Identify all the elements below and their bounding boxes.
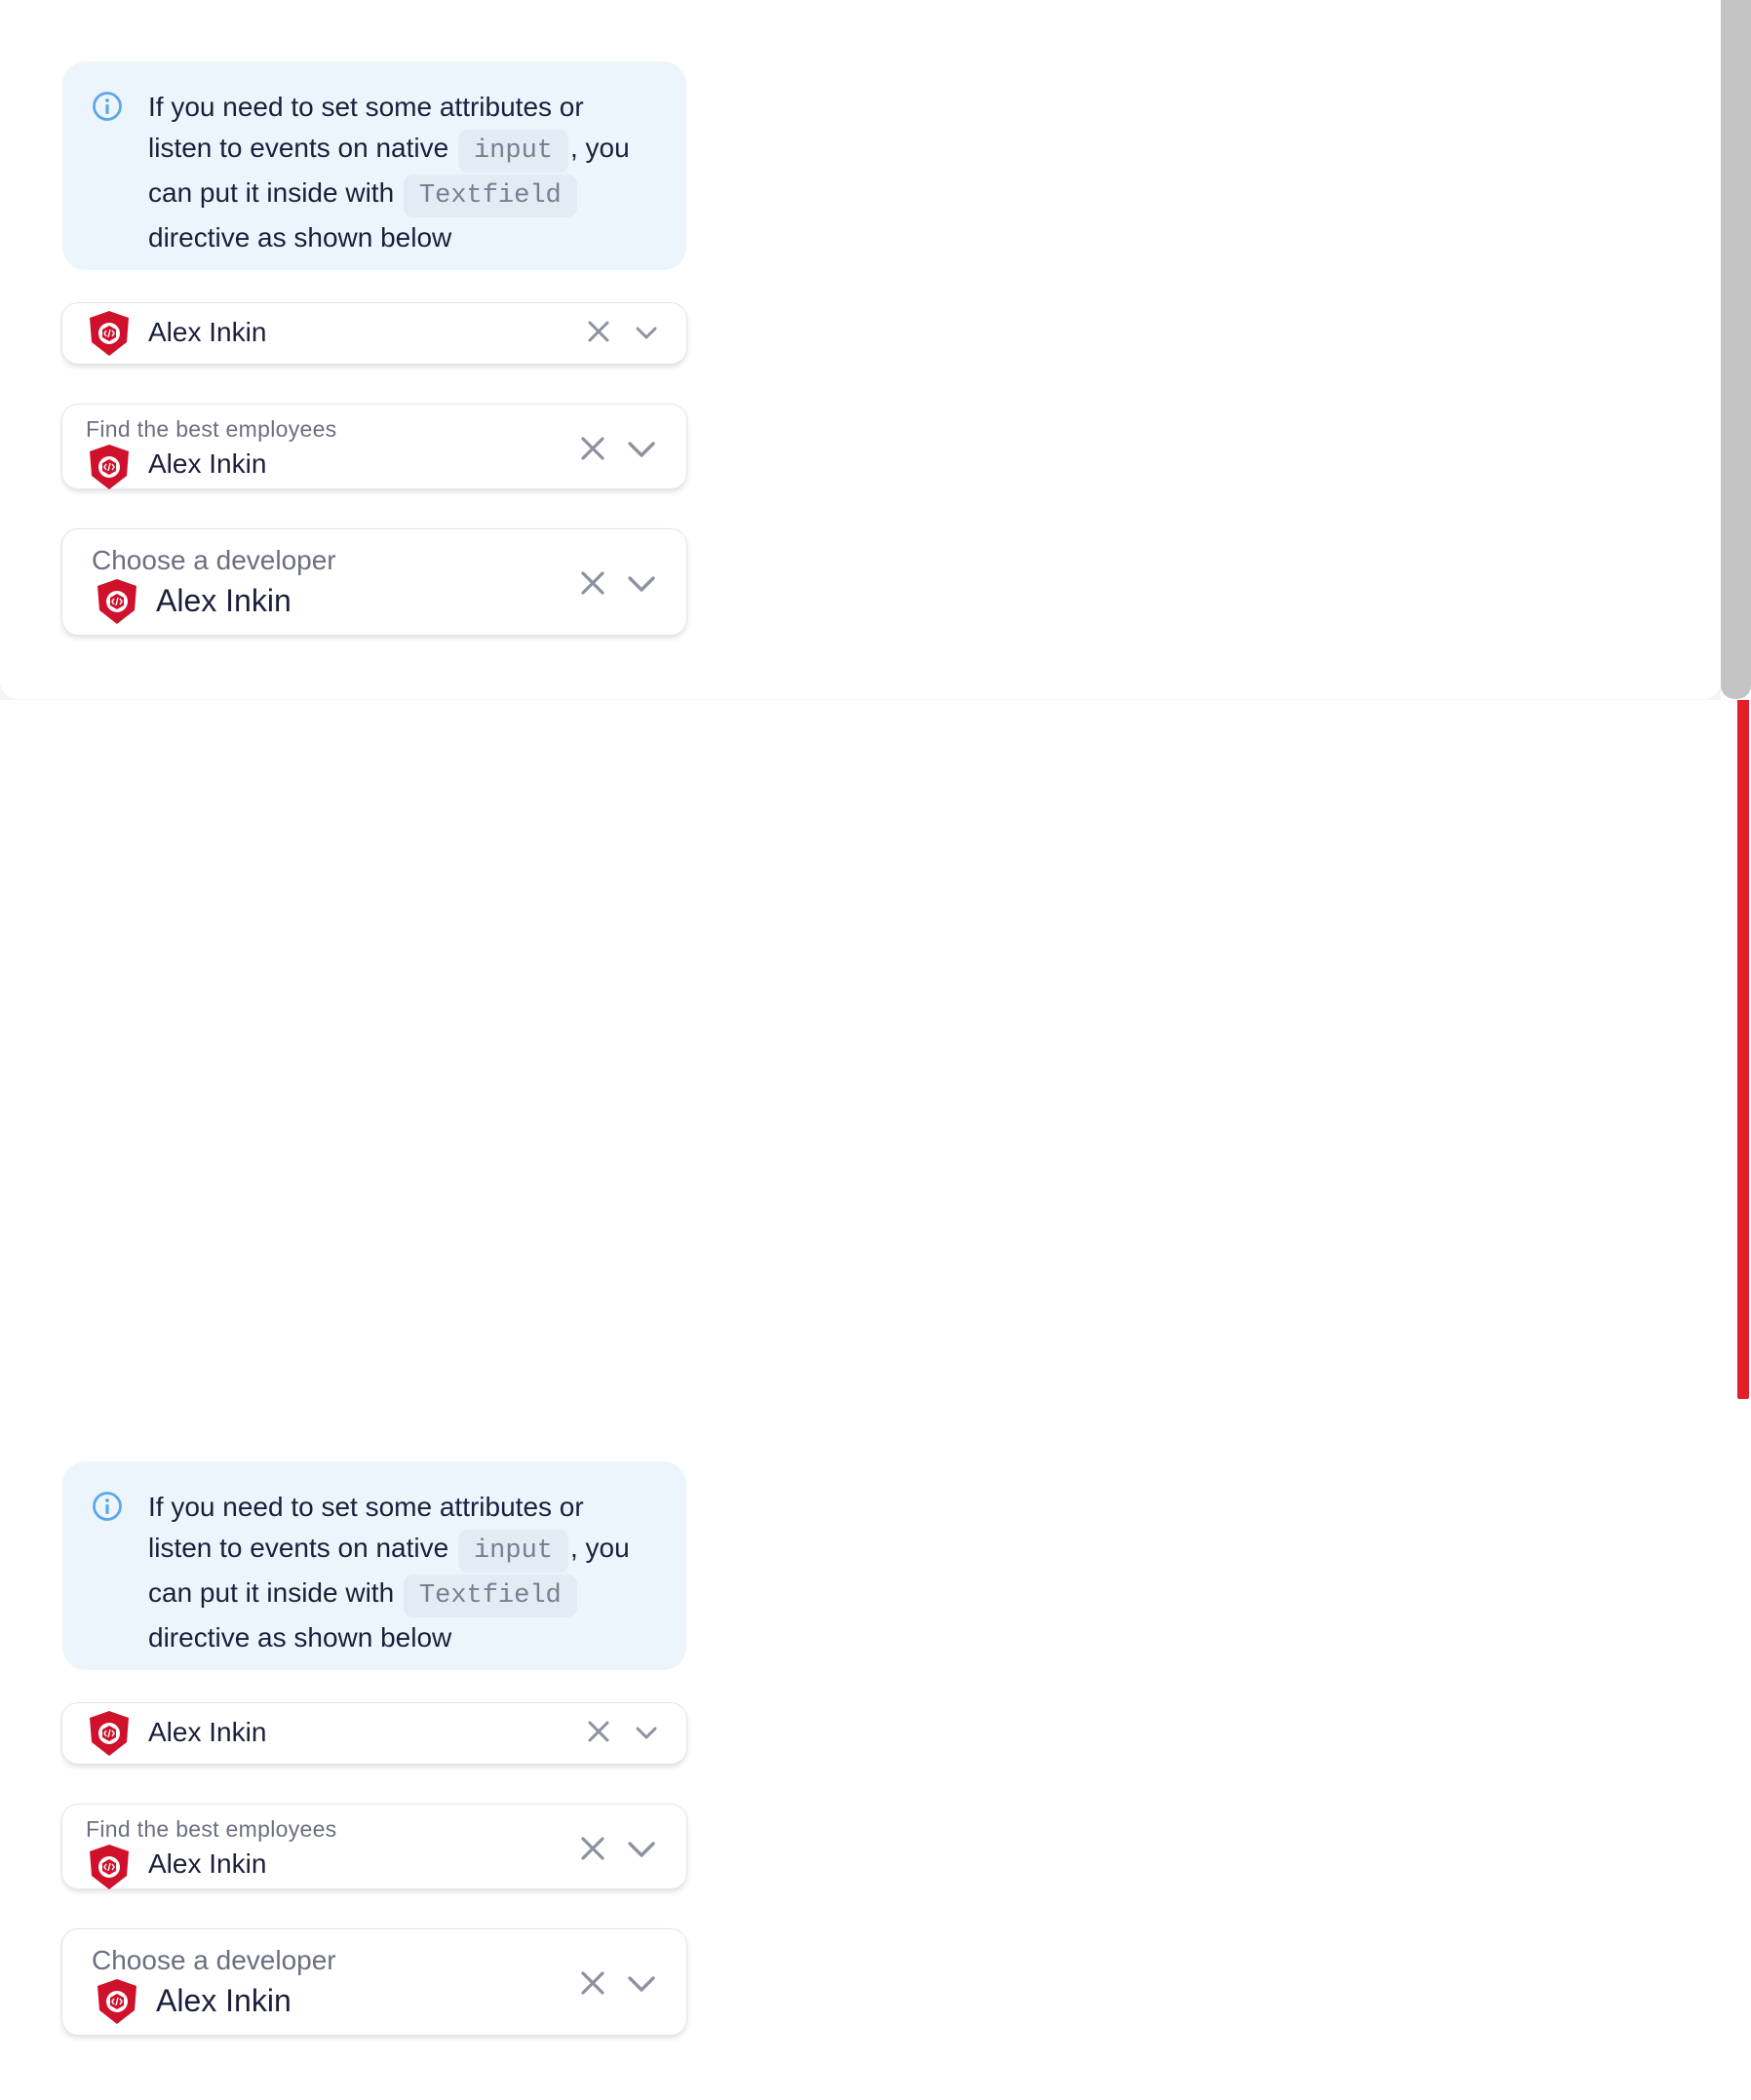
demo-section-bottom: If you need to set some attributes or li… bbox=[62, 1461, 686, 2035]
chevron-down-icon[interactable] bbox=[624, 1965, 659, 2001]
info-icon bbox=[93, 1492, 122, 1521]
chevron-down-icon[interactable] bbox=[632, 1718, 661, 1747]
chevron-down-icon[interactable] bbox=[624, 1831, 659, 1866]
info-notification: If you need to set some attributes or li… bbox=[62, 61, 686, 270]
close-icon[interactable] bbox=[577, 433, 608, 464]
combo-box-large[interactable]: Choose a developer Alex Inkin bbox=[62, 1929, 686, 2035]
combo-box-small[interactable]: Alex Inkin bbox=[62, 303, 686, 364]
chevron-down-icon[interactable] bbox=[624, 431, 659, 466]
info-icon bbox=[93, 92, 122, 121]
combo-box-medium[interactable]: Find the best employees Alex Inkin bbox=[62, 1805, 686, 1889]
notification-text: If you need to set some attributes or li… bbox=[148, 92, 630, 253]
close-icon[interactable] bbox=[577, 1967, 608, 1999]
combo-label: Choose a developer bbox=[92, 1945, 336, 1975]
scrollbar-highlight[interactable] bbox=[1737, 700, 1749, 1399]
close-icon[interactable] bbox=[585, 1718, 612, 1745]
combo-label: Find the best employees bbox=[86, 1816, 337, 1842]
taiga-ui-logo-icon bbox=[97, 1979, 136, 2024]
demo-section-top: If you need to set some attributes or li… bbox=[62, 61, 686, 635]
chevron-down-icon[interactable] bbox=[632, 318, 661, 347]
code-textfield: Textfield bbox=[403, 1575, 577, 1617]
combo-label: Choose a developer bbox=[92, 545, 336, 575]
combo-value: Alex Inkin bbox=[148, 317, 267, 347]
combo-value: Alex Inkin bbox=[148, 1848, 267, 1879]
close-icon[interactable] bbox=[585, 318, 612, 345]
combo-value: Alex Inkin bbox=[148, 1717, 267, 1747]
info-notification: If you need to set some attributes or li… bbox=[62, 1461, 686, 1670]
taiga-ui-logo-icon bbox=[90, 445, 129, 489]
taiga-ui-logo-icon bbox=[90, 1845, 129, 1889]
combo-box-large[interactable]: Choose a developer Alex Inkin bbox=[62, 529, 686, 635]
chevron-down-icon[interactable] bbox=[624, 565, 659, 601]
code-textfield: Textfield bbox=[403, 175, 577, 217]
combo-value: Alex Inkin bbox=[156, 583, 292, 618]
combo-value: Alex Inkin bbox=[148, 448, 267, 479]
close-icon[interactable] bbox=[577, 567, 608, 599]
scrollbar-thumb[interactable] bbox=[1721, 0, 1751, 699]
notification-text: If you need to set some attributes or li… bbox=[148, 1492, 630, 1653]
combo-box-small[interactable]: Alex Inkin bbox=[62, 1703, 686, 1764]
close-icon[interactable] bbox=[577, 1833, 608, 1864]
taiga-ui-logo-icon bbox=[90, 311, 129, 356]
taiga-ui-logo-icon bbox=[97, 579, 136, 624]
code-input: input bbox=[457, 1530, 568, 1573]
combo-box-medium[interactable]: Find the best employees Alex Inkin bbox=[62, 405, 686, 489]
combo-value: Alex Inkin bbox=[156, 1983, 292, 2018]
taiga-ui-logo-icon bbox=[90, 1711, 129, 1756]
code-input: input bbox=[457, 130, 568, 173]
combo-label: Find the best employees bbox=[86, 416, 337, 442]
